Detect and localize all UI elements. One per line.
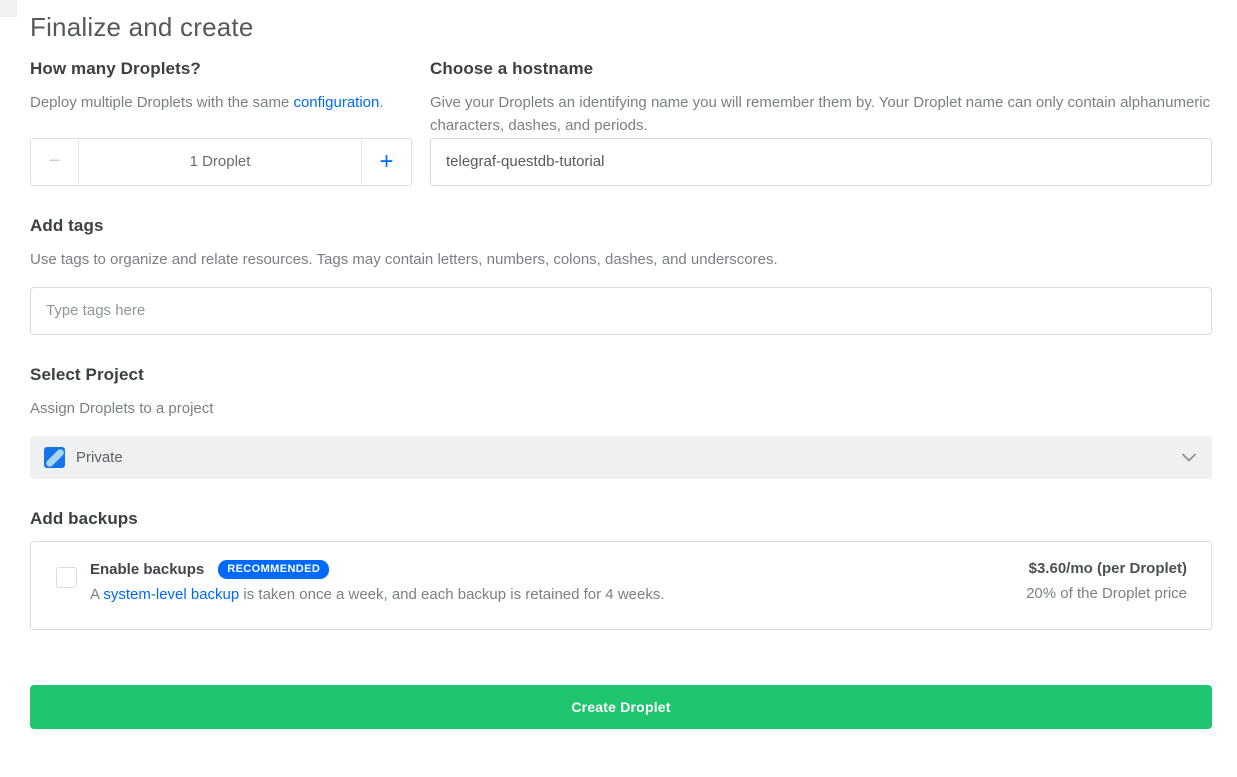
backups-description: A system-level backup is taken once a we… <box>90 586 1026 603</box>
hostname-heading: Choose a hostname <box>430 59 1212 79</box>
hostname-input[interactable] <box>430 138 1212 186</box>
project-icon <box>44 447 65 468</box>
droplet-count-description-period: . <box>379 94 383 111</box>
configuration-link[interactable]: configuration <box>293 94 379 111</box>
increase-droplets-button[interactable]: + <box>361 139 411 185</box>
chevron-down-icon <box>1182 453 1196 462</box>
backups-description-after: is taken once a week, and each backup is… <box>239 586 664 603</box>
droplet-count-value: 1 Droplet <box>79 139 361 185</box>
tags-description: Use tags to organize and relate resource… <box>30 248 1212 271</box>
create-droplet-button[interactable]: Create Droplet <box>30 685 1212 729</box>
finalize-and-create-panel: Finalize and create How many Droplets? D… <box>0 0 1237 729</box>
project-description: Assign Droplets to a project <box>30 397 1212 420</box>
system-level-backup-link[interactable]: system-level backup <box>103 586 239 603</box>
droplet-count-description: Deploy multiple Droplets with the same c… <box>30 91 412 114</box>
droplet-count-description-text: Deploy multiple Droplets with the same <box>30 94 293 111</box>
backups-text: Enable backups RECOMMENDED A system-leve… <box>90 560 1026 603</box>
enable-backups-checkbox[interactable] <box>56 567 77 588</box>
backups-section: Add backups Enable backups RECOMMENDED A… <box>30 509 1212 630</box>
page-title: Finalize and create <box>30 12 1212 43</box>
tags-input[interactable] <box>30 287 1212 335</box>
backups-price: $3.60/mo (per Droplet) <box>1026 560 1187 577</box>
backups-price-note: 20% of the Droplet price <box>1026 585 1187 602</box>
hostname-description: Give your Droplets an identifying name y… <box>430 91 1212 138</box>
project-icon-stripe <box>44 447 65 468</box>
decrease-droplets-button[interactable]: − <box>31 139 79 185</box>
backups-price-block: $3.60/mo (per Droplet) 20% of the Drople… <box>1026 560 1187 602</box>
project-section: Select Project Assign Droplets to a proj… <box>30 365 1212 479</box>
recommended-badge: RECOMMENDED <box>218 560 329 579</box>
hostname-section: Choose a hostname Give your Droplets an … <box>430 59 1212 186</box>
droplet-count-stepper: − 1 Droplet + <box>30 138 412 186</box>
project-select[interactable]: Private <box>30 436 1212 479</box>
backups-label-row: Enable backups RECOMMENDED <box>90 560 1026 579</box>
droplet-count-heading: How many Droplets? <box>30 59 412 79</box>
project-selected-value: Private <box>76 449 123 466</box>
project-heading: Select Project <box>30 365 1212 385</box>
tags-heading: Add tags <box>30 216 1212 236</box>
droplet-count-section: How many Droplets? Deploy multiple Dropl… <box>30 59 412 186</box>
top-row: How many Droplets? Deploy multiple Dropl… <box>30 59 1212 186</box>
backups-card: Enable backups RECOMMENDED A system-leve… <box>30 541 1212 630</box>
scroll-corner-artifact <box>0 0 17 17</box>
backups-heading: Add backups <box>30 509 1212 529</box>
enable-backups-label: Enable backups <box>90 561 204 578</box>
backups-description-before: A <box>90 586 103 603</box>
tags-section: Add tags Use tags to organize and relate… <box>30 216 1212 335</box>
